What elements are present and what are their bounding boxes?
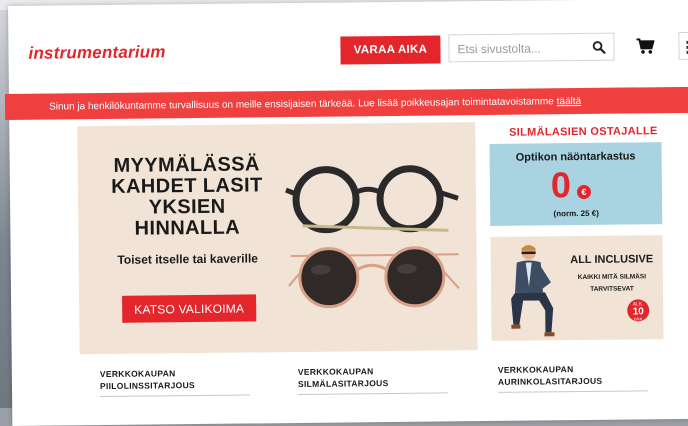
- eye-exam-heading: Optikon näöntarkastus: [515, 150, 636, 164]
- footer-link-line2: SILMÄLASITARJOUS: [297, 378, 389, 389]
- all-inclusive-card[interactable]: ALL INCLUSIVE KAIKKI MITÄ SILMÄSI TARVIT…: [490, 235, 664, 341]
- contact-lens-offer-link[interactable]: VERKKOKAUPAN PIILOLINSSITARJOUS: [99, 366, 260, 398]
- notice-banner: Sinun ja henkilökuntamme turvallisuus on…: [4, 86, 688, 121]
- view-collection-button[interactable]: KATSO VALIKOIMA: [122, 294, 257, 323]
- hero-banner[interactable]: MYYMÄLÄSSÄ KAHDET LASIT YKSIEN HINNALLA …: [77, 122, 478, 355]
- search-input[interactable]: [455, 39, 580, 59]
- site-header: instrumentarium VARAA AIKA: [8, 0, 688, 86]
- all-inclusive-subtitle: KAIKKI MITÄ SILMÄSI TARVITSEVAT: [561, 271, 663, 296]
- footer-link-divider: [498, 390, 649, 393]
- web-page: instrumentarium VARAA AIKA Sinun ja henk…: [4, 0, 688, 426]
- notice-text: Sinun ja henkilökuntamme turvallisuus on…: [48, 95, 554, 113]
- eye-exam-card[interactable]: Optikon näöntarkastus 0 € (norm. 25 €): [489, 142, 663, 226]
- cart-icon[interactable]: [636, 38, 655, 54]
- price-badge-unit: €/KK: [633, 316, 643, 322]
- all-inclusive-heading: ALL INCLUSIVE: [570, 253, 654, 267]
- search-icon[interactable]: [592, 41, 606, 54]
- footer-link-divider: [298, 392, 449, 395]
- footer-link-divider: [100, 394, 251, 398]
- hero-title-line: HINNALLA: [134, 216, 241, 240]
- sidebar-title: SILMÄLASIEN OSTAJALLE: [509, 125, 658, 139]
- glasses-image: [285, 165, 460, 309]
- price-badge: ALK. 10 €/KK: [627, 299, 650, 322]
- eye-exam-normal-price: (norm. 25 €): [553, 208, 599, 219]
- notice-link[interactable]: täältä: [557, 96, 582, 107]
- book-appointment-button[interactable]: VARAA AIKA: [340, 35, 441, 65]
- hero-subtitle: Toiset itselle tai kaverille: [117, 251, 258, 267]
- hero-title: MYYMÄLÄSSÄ KAHDET LASIT YKSIEN HINNALLA: [92, 153, 283, 240]
- menu-button[interactable]: [678, 31, 688, 60]
- sunglasses-offer-link[interactable]: VERKKOKAUPAN AURINKOLASITARJOUS: [498, 362, 658, 393]
- all-inclusive-subtitle-line: KAIKKI MITÄ SILMÄSI: [577, 273, 647, 282]
- all-inclusive-subtitle-line: TARVITSEVAT: [590, 285, 634, 293]
- hero-title-line: YKSIEN: [148, 195, 226, 219]
- eyeglasses-offer-link[interactable]: VERKKOKAUPAN SILMÄLASITARJOUS: [298, 364, 458, 395]
- brand-logo[interactable]: instrumentarium: [28, 42, 165, 63]
- euro-badge: €: [576, 184, 592, 200]
- man-photo: [511, 245, 555, 337]
- search-box[interactable]: [448, 32, 615, 63]
- footer-link-line2: PIILOLINSSITARJOUS: [99, 380, 196, 392]
- eye-exam-price: 0: [550, 164, 572, 206]
- footer-link-line2: AURINKOLASITARJOUS: [497, 375, 603, 387]
- sunglasses: [288, 246, 460, 309]
- hero-title-line: KAHDET LASIT: [111, 174, 263, 198]
- black-glasses: [285, 165, 459, 234]
